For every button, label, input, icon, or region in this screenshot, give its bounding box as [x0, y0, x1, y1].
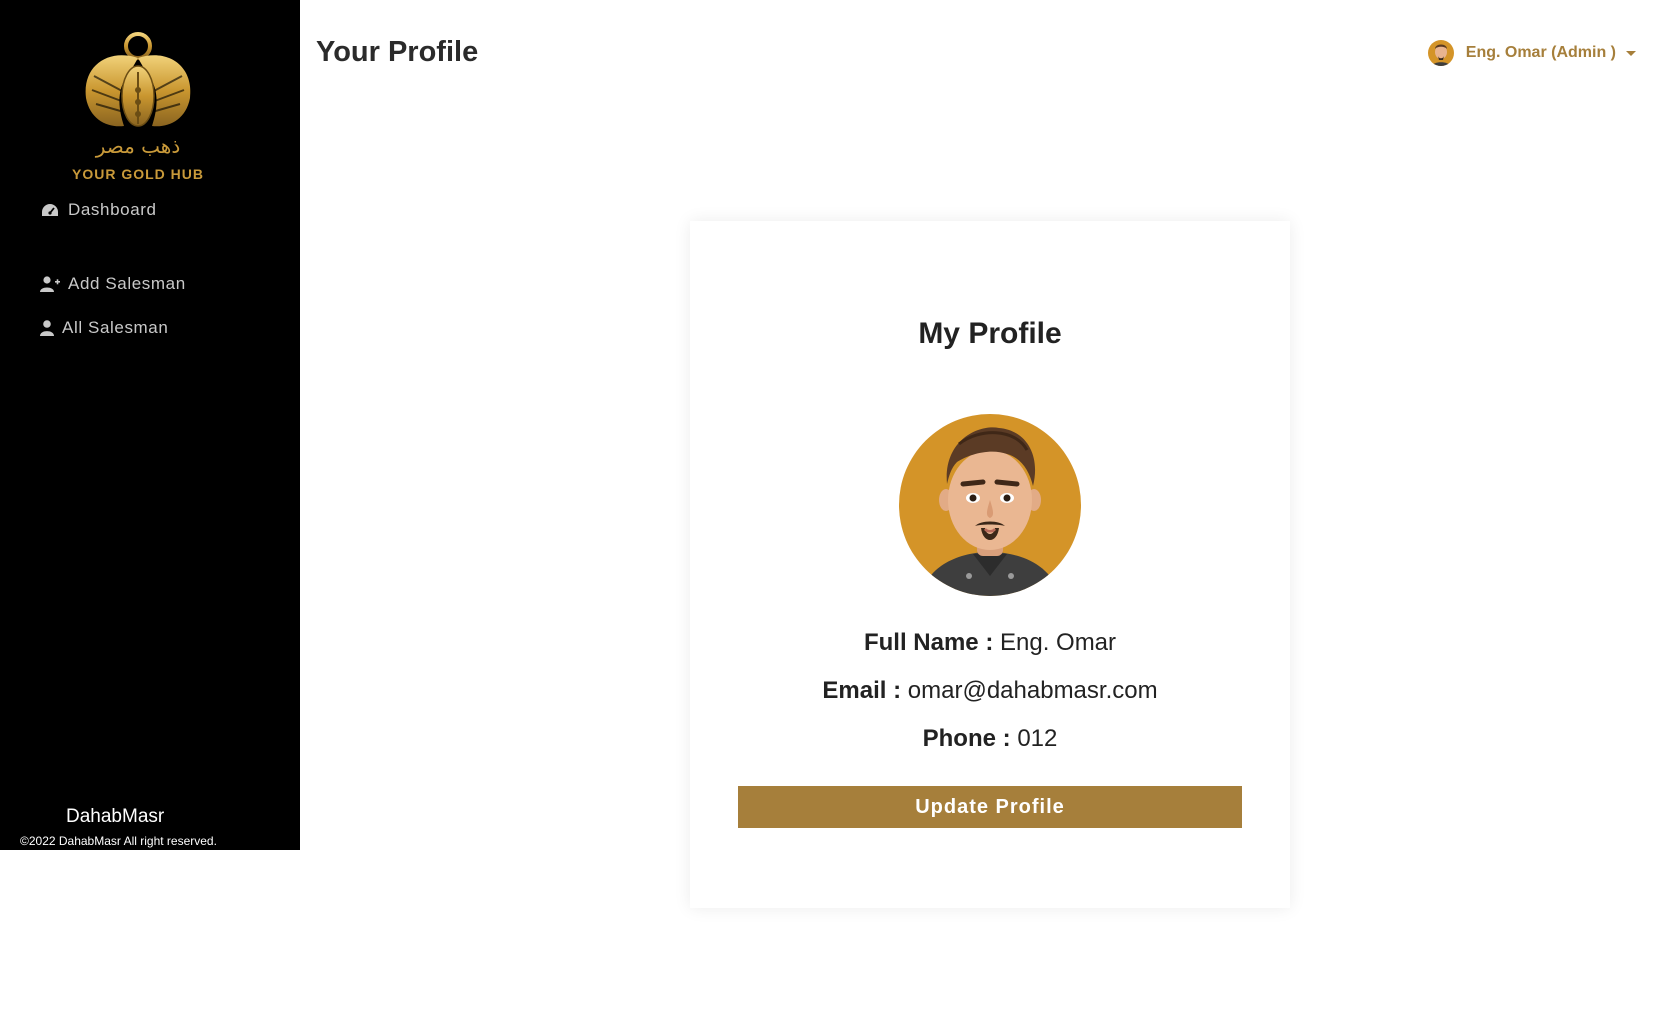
sidebar-copyright: ©2022 DahabMasr All right reserved. [20, 834, 217, 848]
phone-value: 012 [1017, 725, 1058, 752]
sidebar: ذهب مصر YOUR GOLD HUB Dashboard Add Sale… [0, 0, 300, 850]
sidebar-item-label: Dashboard [68, 200, 157, 219]
brand-logo[interactable]: ذهب مصر YOUR GOLD HUB [68, 28, 208, 183]
sidebar-item-all-salesman[interactable]: All Salesman [40, 318, 168, 338]
logo-arabic-text: ذهب مصر [95, 134, 181, 158]
scarab-emblem-icon [85, 32, 191, 127]
profile-avatar [899, 414, 1081, 596]
sidebar-item-add-salesman[interactable]: Add Salesman [40, 274, 186, 294]
dashboard-gauge-icon [40, 201, 60, 219]
full-name-label: Full Name : [863, 629, 994, 656]
profile-email: Email : omar@dahabmasr.com [690, 677, 1290, 705]
update-profile-button[interactable]: Update Profile [738, 786, 1242, 828]
user-name: Eng. Omar (Admin ) [1465, 44, 1616, 61]
phone-label: Phone : [922, 725, 1011, 752]
user-icon [40, 319, 54, 337]
logo-tagline: YOUR GOLD HUB [72, 166, 204, 182]
user-plus-icon [40, 275, 60, 293]
profile-full-name: Full Name : Eng. Omar [690, 629, 1290, 657]
user-menu-dropdown[interactable]: Eng. Omar (Admin ) [1427, 40, 1636, 66]
avatar [1427, 40, 1454, 66]
chevron-down-icon [1626, 50, 1636, 56]
top-header: Your Profile Eng. Omar (Admin ) [300, 0, 1680, 106]
sidebar-item-label: All Salesman [62, 318, 169, 337]
email-value: omar@dahabmasr.com [907, 677, 1158, 704]
page-title: Your Profile [316, 36, 479, 68]
profile-card: My Profile Full Name: Eng. Omar Email:… [690, 221, 1290, 908]
profile-phone: Phone : 012 [690, 725, 1290, 753]
profile-title: My Profile [918, 317, 1062, 350]
sidebar-item-dashboard[interactable]: Dashboard [40, 200, 157, 220]
sidebar-item-label: Add Salesman [68, 274, 186, 293]
email-label: Email : [822, 677, 902, 704]
full-name-value: Eng. Omar [999, 629, 1117, 656]
sidebar-footer-brand: DahabMasr [66, 806, 165, 827]
